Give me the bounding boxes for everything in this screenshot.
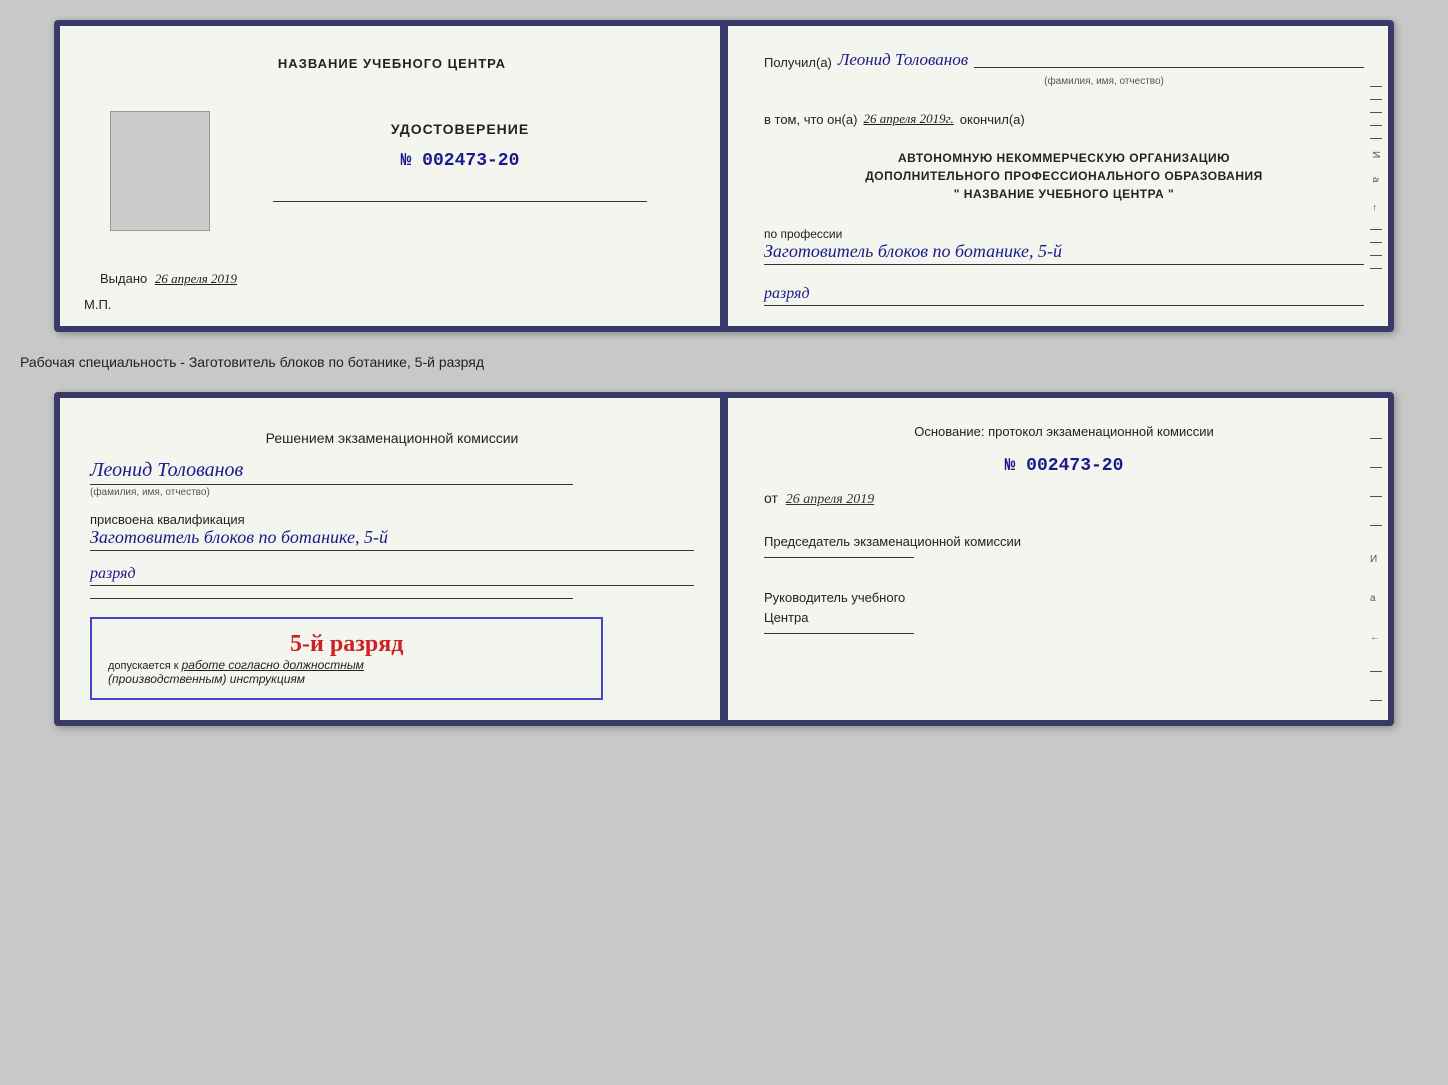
fio-label-2: (фамилия, имя, отчество)	[90, 487, 210, 498]
photo-placeholder	[110, 111, 210, 231]
stamp-italic-2: (производственным) инструкциям	[108, 672, 585, 686]
from-label: от	[764, 490, 778, 506]
mp-label: М.П.	[84, 297, 111, 312]
razryad-value-2: разряд	[90, 565, 694, 586]
fio-label-1: (фамилия, имя, отчество)	[844, 76, 1364, 87]
profession-value-1: Заготовитель блоков по ботанике, 5-й	[764, 241, 1364, 265]
cert2-right-panel: Основание: протокол экзаменационной коми…	[724, 398, 1388, 720]
page-wrapper: НАЗВАНИЕ УЧЕБНОГО ЦЕНТРА УДОСТОВЕРЕНИЕ №…	[20, 20, 1428, 726]
issued-label: Выдано	[100, 271, 147, 286]
chairman-sig-line	[764, 557, 914, 558]
cert-number-section: № 002473-20	[764, 456, 1364, 476]
issued-date-1: 26 апреля 2019	[155, 271, 237, 286]
cert1-left-panel: НАЗВАНИЕ УЧЕБНОГО ЦЕНТРА УДОСТОВЕРЕНИЕ №…	[60, 26, 724, 326]
from-date-value: 26 апреля 2019	[786, 492, 874, 507]
cert-number-2: № 002473-20	[764, 456, 1364, 476]
stamp-box: 5-й разряд допускается к работе согласно…	[90, 617, 603, 700]
finished-label: окончил(а)	[960, 112, 1025, 127]
decision-prefix: Решением экзаменационной комиссии	[266, 430, 519, 446]
stamp-italic-1: работе согласно должностным	[182, 658, 364, 672]
date-value-1: 26 апреля 2019г.	[863, 111, 953, 127]
side-lines-1: И а ←	[1370, 86, 1382, 269]
cert-number-1: № 002473-20	[401, 151, 520, 171]
org-line3: " НАЗВАНИЕ УЧЕБНОГО ЦЕНТРА "	[764, 185, 1364, 203]
stamp-big-text: 5-й разряд	[108, 631, 585, 658]
org-block: АВТОНОМНУЮ НЕКОММЕРЧЕСКУЮ ОРГАНИЗАЦИЮ ДО…	[764, 149, 1364, 203]
name-dash-1	[974, 67, 1364, 68]
received-prefix: Получил(а)	[764, 55, 832, 70]
center-label: Центра	[764, 608, 1364, 628]
certificate-card-2: Решением экзаменационной комиссии Леонид…	[54, 392, 1394, 726]
stamp-prefix: допускается к работе согласно должностны…	[108, 658, 585, 672]
person-name-2: Леонид Толованов	[90, 459, 243, 482]
qualification-value: Заготовитель блоков по ботанике, 5-й	[90, 527, 694, 551]
center-title-1: НАЗВАНИЕ УЧЕБНОГО ЦЕНТРА	[278, 56, 506, 71]
in-that-prefix: в том, что он(а)	[764, 112, 857, 127]
profession-label: по профессии	[764, 227, 1364, 241]
razryad-value-1: разряд	[764, 285, 1364, 306]
cert-label: УДОСТОВЕРЕНИЕ	[391, 121, 529, 137]
qualification-label: присвоена квалификация	[90, 512, 694, 527]
cert2-left-panel: Решением экзаменационной комиссии Леонид…	[60, 398, 724, 720]
cert1-right-panel: Получил(а) Леонид Толованов (фамилия, им…	[724, 26, 1388, 326]
side-lines-2: И а ←	[1370, 438, 1382, 726]
recipient-name-1: Леонид Толованов	[838, 50, 968, 70]
org-line1: АВТОНОМНУЮ НЕКОММЕРЧЕСКУЮ ОРГАНИЗАЦИЮ	[764, 149, 1364, 167]
basis-label: Основание: протокол экзаменационной коми…	[764, 422, 1364, 442]
separator-text: Рабочая специальность - Заготовитель бло…	[20, 350, 1360, 374]
director-label: Руководитель учебного	[764, 588, 1364, 608]
chairman-label: Председатель экзаменационной комиссии	[764, 532, 1364, 552]
from-date-section: от 26 апреля 2019	[764, 490, 1364, 508]
certificate-card-1: НАЗВАНИЕ УЧЕБНОГО ЦЕНТРА УДОСТОВЕРЕНИЕ №…	[54, 20, 1394, 332]
org-line2: ДОПОЛНИТЕЛЬНОГО ПРОФЕССИОНАЛЬНОГО ОБРАЗО…	[764, 167, 1364, 185]
director-sig-line	[764, 633, 914, 634]
